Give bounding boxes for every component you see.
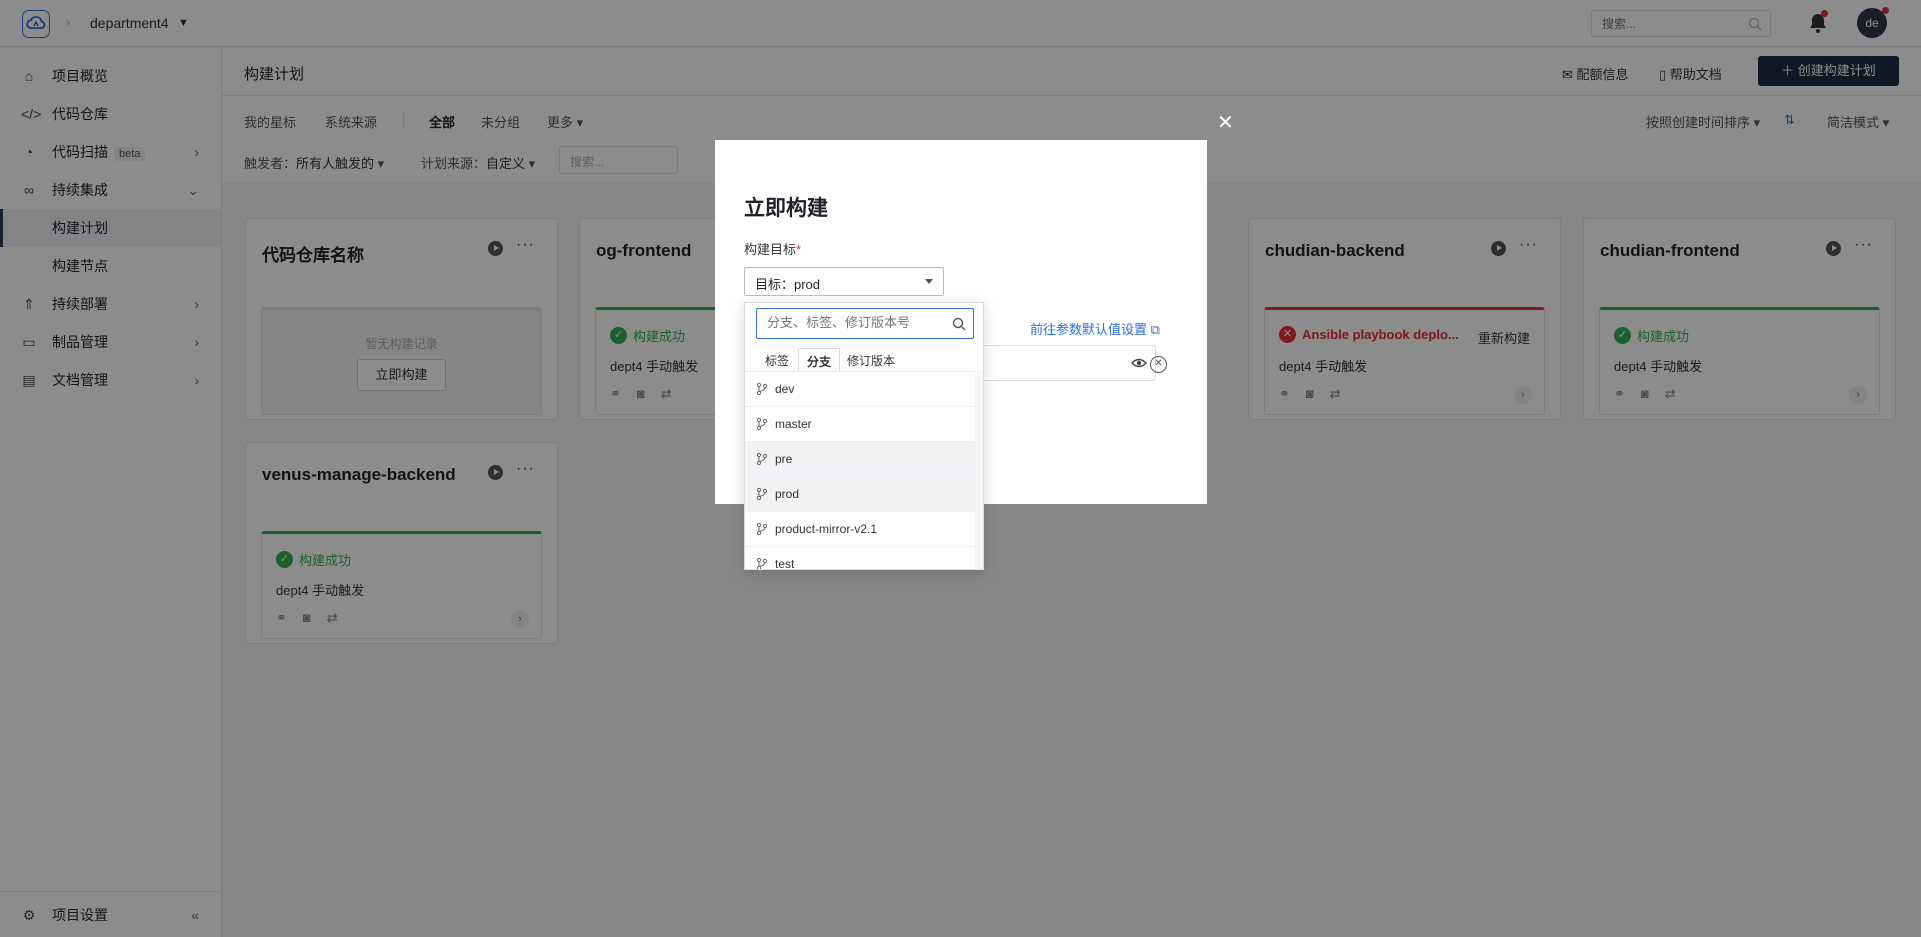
branch-list: dev master pre prod product-mirror-v2.1 … [745,371,977,570]
branch-option[interactable]: test [745,547,977,570]
branch-name: pre [775,452,793,466]
branch-search[interactable] [756,308,974,339]
close-icon[interactable]: ✕ [1217,110,1234,135]
branch-icon [756,522,768,536]
branch-icon [756,382,768,396]
ref-type-tabs: 标签 分支 修订版本 [745,348,983,372]
target-label-text: 构建目标 [744,242,797,257]
dropdown-scrollbar[interactable] [975,371,983,569]
branch-name: master [775,417,812,431]
branch-icon [756,452,768,466]
eye-icon[interactable] [1131,357,1147,369]
branch-option-selected[interactable]: prod [745,477,977,512]
param-defaults-link[interactable]: 前往参数默认值设置 ⧉ [1030,319,1160,338]
target-field-label: 构建目标* [744,239,801,258]
branch-dropdown: 标签 分支 修订版本 dev master pre prod product-m… [744,302,984,570]
branch-icon [756,487,768,501]
tab-branches[interactable]: 分支 [798,348,841,372]
branch-name: prod [775,487,800,501]
search-icon [952,317,966,331]
branch-option[interactable]: pre [745,442,977,477]
branch-search-input[interactable] [757,309,937,336]
branch-option[interactable]: master [745,407,977,442]
param-defaults-label: 前往参数默认值设置 [1030,322,1148,337]
tab-revisions[interactable]: 修订版本 [839,348,903,372]
tab-tags[interactable]: 标签 [757,348,797,372]
branch-icon [756,417,768,431]
branch-name: test [775,557,795,570]
branch-name: product-mirror-v2.1 [775,522,878,536]
branch-name: dev [775,382,795,396]
required-mark: * [796,242,802,257]
build-target-value: 目标：prod [755,277,821,292]
branch-option[interactable]: product-mirror-v2.1 [745,512,977,547]
caret-down-icon [925,279,933,284]
build-target-select[interactable]: 目标：prod [744,267,944,296]
remove-param-icon[interactable]: ✕ [1150,356,1167,373]
branch-option[interactable]: dev [745,372,977,407]
branch-icon [756,557,768,569]
dialog-title: 立即构建 [744,197,828,220]
